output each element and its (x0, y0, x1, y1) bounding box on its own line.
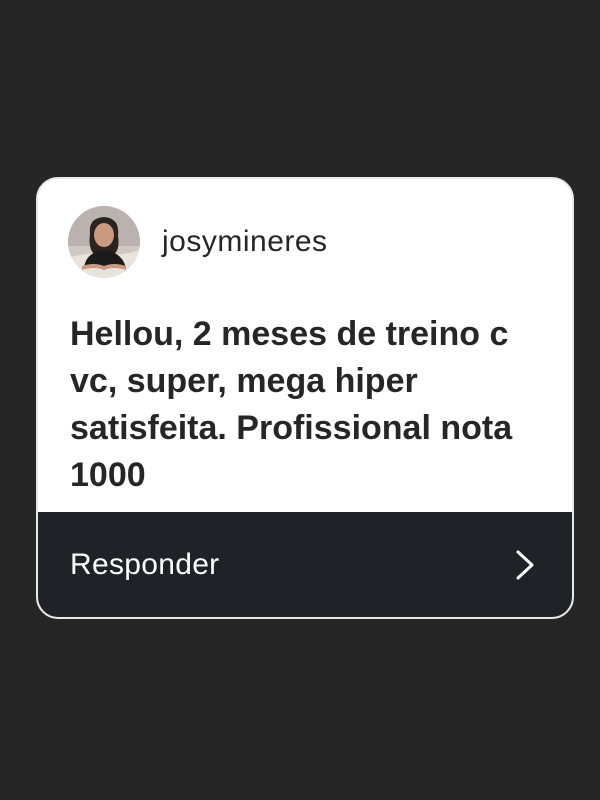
card-header: josymineres (68, 205, 328, 279)
avatar[interactable] (68, 206, 140, 278)
profile-photo-icon (68, 206, 140, 278)
username[interactable]: josymineres (162, 225, 328, 259)
reply-message: Hellou, 2 meses de treino c vc, super, m… (70, 315, 513, 494)
chevron-right-icon (514, 549, 536, 581)
story-reply-card: josymineres Hellou, 2 meses de treino c … (36, 177, 574, 619)
reply-label: Responder (70, 547, 220, 581)
reply-button[interactable]: Responder (38, 512, 572, 617)
